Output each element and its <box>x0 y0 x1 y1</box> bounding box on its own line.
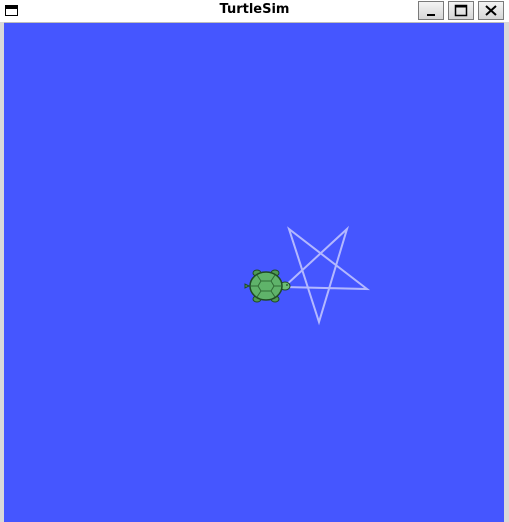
maximize-icon <box>454 4 468 17</box>
window-menu-icon[interactable] <box>5 5 18 16</box>
maximize-button[interactable] <box>448 1 474 20</box>
close-icon <box>485 5 497 16</box>
turtlesim-window: TurtleSim <box>0 0 509 522</box>
pen-trail-path <box>283 225 371 326</box>
minimize-button[interactable] <box>418 1 444 20</box>
turtle-canvas <box>4 23 504 522</box>
turtle-icon <box>244 269 291 303</box>
minimize-icon <box>427 14 435 16</box>
title-bar[interactable]: TurtleSim <box>0 0 509 23</box>
close-button[interactable] <box>478 1 504 20</box>
window-frame-right <box>504 22 509 522</box>
